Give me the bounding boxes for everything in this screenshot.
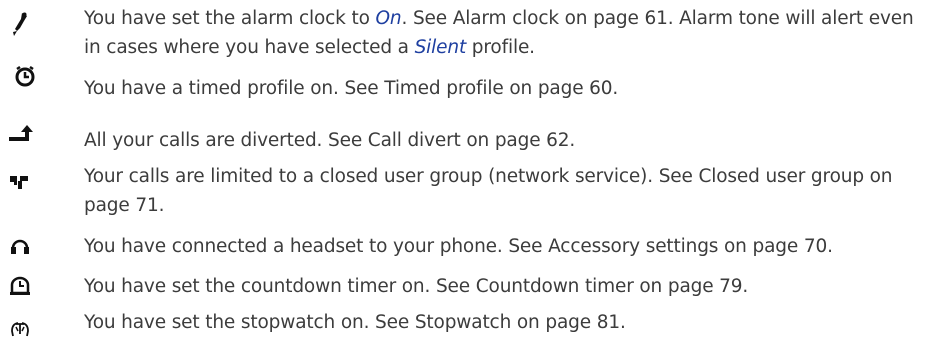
indicator-entry-countdown-timer: You have set the countdown timer on. See… (0, 266, 939, 306)
indicator-description: You have set the countdown timer on. See… (84, 276, 749, 297)
alarm-clock-icon (0, 10, 36, 38)
indicator-entry-alarm: You have set the alarm clock to On. See … (0, 0, 939, 62)
indicator-description: Your calls are limited to a closed user … (84, 166, 893, 216)
call-divert-icon (0, 122, 36, 150)
indicator-description: You have connected a headset to your pho… (84, 236, 833, 257)
closed-user-group-icon (0, 170, 36, 198)
emphasis-silent: Silent (414, 37, 467, 58)
indicator-entry-closed-user-group: Your calls are limited to a closed user … (0, 158, 939, 224)
indicator-description: You have set the alarm clock to On. See … (84, 8, 914, 58)
stopwatch-icon (0, 314, 36, 342)
indicator-description: All your calls are diverted. See Call di… (84, 130, 576, 151)
emphasis-on: On (375, 8, 402, 29)
indicator-entry-timed-profile: You have a timed profile on. See Timed p… (0, 62, 939, 106)
headset-icon (0, 234, 36, 262)
indicator-description: You have set the stopwatch on. See Stopw… (84, 312, 626, 333)
indicator-entry-call-divert: All your calls are diverted. See Call di… (0, 120, 939, 158)
timed-profile-icon (0, 64, 36, 92)
indicator-entry-stopwatch: You have set the stopwatch on. See Stopw… (0, 306, 939, 349)
indicator-entry-headset: You have connected a headset to your pho… (0, 224, 939, 266)
indicator-description: You have a timed profile on. See Timed p… (84, 78, 619, 99)
countdown-timer-icon (0, 272, 36, 300)
